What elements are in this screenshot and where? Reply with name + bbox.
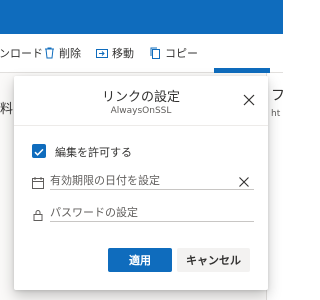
delete-label: 削除: [59, 47, 81, 60]
dialog-subtitle: AlwaysOnSSL: [110, 106, 172, 116]
expiry-date-placeholder: 有効期限の日付を設定: [50, 174, 160, 187]
download-command[interactable]: ンロード: [0, 46, 43, 60]
lock-icon: [32, 206, 44, 221]
download-label: ンロード: [0, 47, 43, 60]
delete-icon: [44, 47, 55, 59]
app-header-bar: [0, 0, 283, 34]
clear-date-icon[interactable]: [238, 173, 250, 187]
move-command[interactable]: 移動: [96, 46, 134, 60]
details-pane: フ ht: [266, 73, 285, 300]
copy-label: コピー: [165, 47, 198, 60]
copy-icon: [150, 47, 161, 59]
expiry-date-field[interactable]: 有効期限の日付を設定: [50, 171, 254, 190]
allow-edit-checkbox[interactable]: [32, 144, 46, 158]
move-icon: [96, 48, 108, 59]
password-placeholder: パスワードの設定: [50, 206, 138, 219]
delete-command[interactable]: 削除: [44, 46, 81, 60]
copy-command[interactable]: コピー: [150, 46, 198, 60]
dialog-title: リンクの設定: [101, 90, 180, 105]
right-peek-text: フ: [271, 88, 285, 104]
command-bar: ンロード 削除 移動 コピー 共有: [0, 34, 283, 106]
calendar-icon: [32, 174, 44, 189]
dialog-divider: [14, 125, 268, 126]
checkmark-icon: [32, 144, 46, 163]
right-peek-sub: ht: [271, 109, 281, 119]
password-field[interactable]: パスワードの設定: [50, 203, 254, 222]
close-icon[interactable]: [242, 92, 256, 106]
apply-button[interactable]: 適用: [108, 248, 172, 272]
link-settings-dialog: リンクの設定 AlwaysOnSSL 編集を許可する 有効期限の日付を設定 パス…: [14, 76, 268, 290]
cancel-button[interactable]: キャンセル: [177, 248, 250, 272]
move-label: 移動: [112, 47, 134, 60]
allow-edit-label: 編集を許可する: [55, 146, 132, 159]
left-peek-text: 料: [0, 102, 14, 117]
